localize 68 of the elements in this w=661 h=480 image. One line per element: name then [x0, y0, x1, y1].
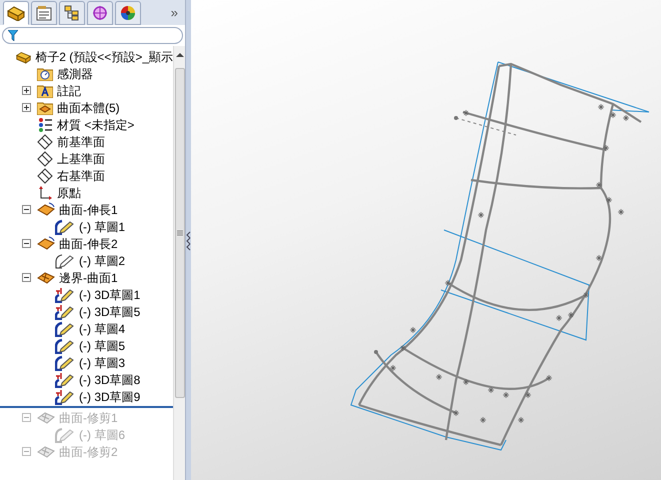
- filter-icon: [8, 30, 18, 41]
- panel-tab[interactable]: [87, 1, 113, 25]
- tree-item-label[interactable]: 曲面本體(5): [57, 98, 120, 116]
- sketch-pencil-icon: [55, 320, 75, 336]
- tree-item-label[interactable]: (-) 草圖2: [79, 252, 125, 270]
- gauge-folder-icon: [37, 66, 53, 80]
- expand-toggle[interactable]: [22, 86, 31, 95]
- tree-item-label[interactable]: 感測器: [57, 64, 93, 82]
- tree-item-label[interactable]: (-) 3D草圖5: [79, 302, 140, 320]
- expand-toggle[interactable]: [22, 103, 31, 112]
- letter-folder-icon: [37, 84, 53, 98]
- sketch-pencil-icon: [55, 426, 75, 442]
- surface-feature-icon: [37, 202, 55, 218]
- config-tree-icon: [63, 5, 81, 21]
- sketch-pencil-icon: [55, 252, 75, 268]
- surface-folder-icon: [37, 100, 53, 114]
- tree-item-label[interactable]: 曲面-伸長2: [59, 234, 118, 252]
- panel-tab[interactable]: [115, 1, 141, 25]
- tree-item-label[interactable]: (-) 草圖3: [79, 354, 125, 372]
- tree-item-label[interactable]: 原點: [57, 184, 81, 202]
- scroll-thumb[interactable]: [174, 68, 184, 398]
- 3d-viewport[interactable]: [191, 0, 661, 480]
- sketch-pencil-icon: [55, 338, 75, 354]
- sketch-pencil-icon: [55, 354, 75, 370]
- sketch-pencil-icon: [55, 218, 75, 234]
- crosshair-icon: [91, 5, 109, 21]
- surface-feature-icon: [37, 270, 55, 286]
- tree-item-label[interactable]: 椅子2 (預設<<預設>_顯示: [35, 48, 173, 66]
- sketch-3d-icon: [55, 388, 75, 404]
- tree-item-label[interactable]: 上基準面: [57, 150, 105, 168]
- part-icon: [7, 5, 25, 21]
- tree-item-label[interactable]: 曲面-伸長1: [59, 200, 118, 218]
- surface-feature-icon: [37, 236, 55, 252]
- tree-item-label[interactable]: (-) 3D草圖8: [79, 370, 140, 388]
- tree-item-label[interactable]: (-) 草圖5: [79, 336, 125, 354]
- collapse-toggle[interactable]: [22, 205, 31, 214]
- list-icon: [35, 5, 53, 21]
- sketch-3d-icon: [55, 372, 75, 388]
- panel-tab[interactable]: [31, 1, 57, 25]
- plane-icon: [37, 168, 53, 184]
- panel-tab[interactable]: [59, 1, 85, 25]
- panel-tab[interactable]: [3, 1, 29, 25]
- plane-icon: [37, 134, 53, 150]
- tree-item-label[interactable]: 註記: [57, 82, 81, 100]
- tree-item-label[interactable]: (-) 草圖4: [79, 320, 125, 338]
- scrollbar[interactable]: [173, 46, 185, 480]
- filter-field[interactable]: [2, 27, 183, 44]
- axes-icon: [37, 184, 53, 200]
- scroll-up-icon[interactable]: [176, 52, 184, 58]
- tree-item-label[interactable]: 右基準面: [57, 166, 105, 184]
- plane-icon: [37, 150, 53, 166]
- sketch-3d-icon: [55, 304, 75, 320]
- material-icon: [37, 116, 53, 132]
- tree-item-label[interactable]: (-) 3D草圖1: [79, 286, 140, 304]
- tree-item-label[interactable]: 前基準面: [57, 132, 105, 150]
- surface-feature-icon: [37, 410, 55, 426]
- tree-item-label[interactable]: (-) 3D草圖9: [79, 388, 140, 406]
- surface-feature-icon: [37, 444, 55, 460]
- more-tabs-button[interactable]: »: [166, 1, 182, 25]
- tree-item-label[interactable]: 材質 <未指定>: [57, 116, 134, 134]
- collapse-toggle[interactable]: [22, 447, 31, 456]
- tree-item-label[interactable]: (-) 草圖1: [79, 218, 125, 236]
- collapse-toggle[interactable]: [22, 413, 31, 422]
- color-wheel-icon: [119, 5, 137, 21]
- collapse-toggle[interactable]: [22, 273, 31, 282]
- sketch-3d-icon: [55, 286, 75, 302]
- tree-item-label[interactable]: 邊界-曲面1: [59, 268, 118, 286]
- collapse-toggle[interactable]: [22, 239, 31, 248]
